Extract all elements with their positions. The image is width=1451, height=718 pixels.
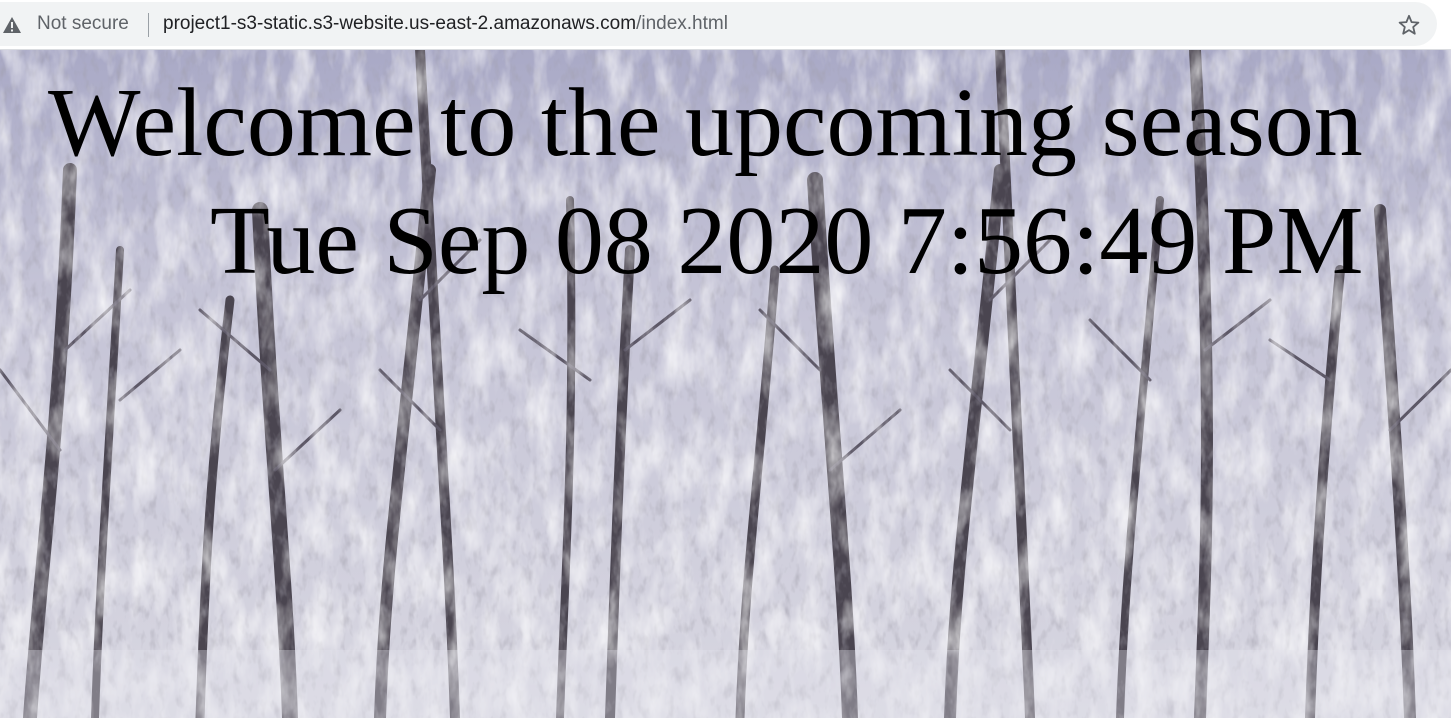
star-icon[interactable] xyxy=(1397,13,1421,37)
not-secure-label[interactable]: Not secure xyxy=(37,13,129,35)
url-text[interactable]: project1-s3-static.s3-website.us-east-2.… xyxy=(163,13,728,35)
omnibox-separator xyxy=(148,13,149,37)
url-path: /index.html xyxy=(636,13,728,34)
current-datetime: Tue Sep 08 2020 7:56:49 PM xyxy=(210,187,1364,295)
url-host: project1-s3-static.s3-website.us-east-2.… xyxy=(163,13,637,34)
warning-triangle-icon[interactable] xyxy=(2,15,22,35)
omnibox[interactable]: Not secure project1-s3-static.s3-website… xyxy=(0,2,1437,46)
page-content: Welcome to the upcoming season Tue Sep 0… xyxy=(0,50,1451,718)
welcome-heading: Welcome to the upcoming season xyxy=(48,69,1363,177)
browser-address-bar: Not secure project1-s3-static.s3-website… xyxy=(0,0,1451,50)
